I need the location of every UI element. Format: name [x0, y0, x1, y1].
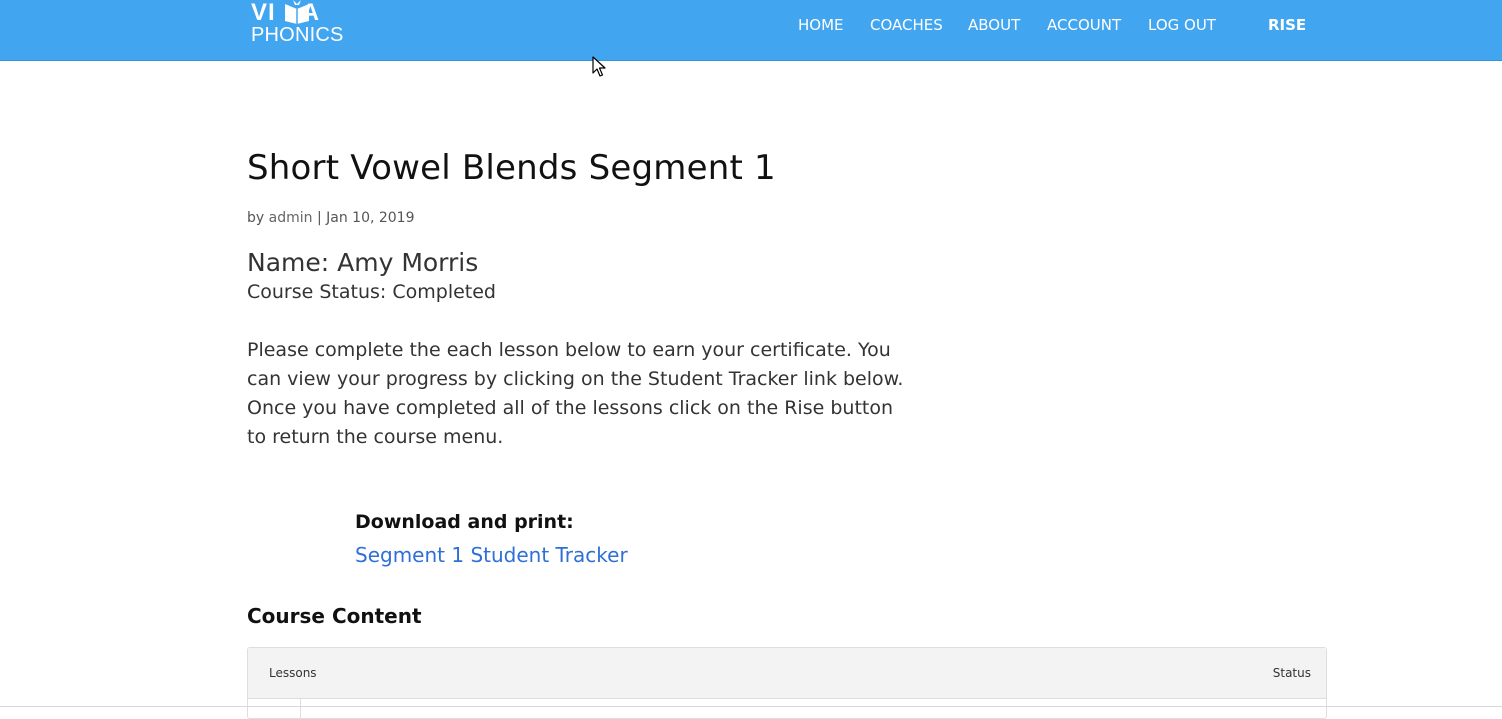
mouse-cursor-icon [592, 56, 606, 77]
course-status: Course Status: Completed [247, 281, 496, 303]
site-header: VI A PHONICS HOME COACHES ABOUT ACCOUNT L… [0, 0, 1502, 61]
table-cell-divider [300, 699, 301, 719]
student-name: Name: Amy Morris [247, 248, 479, 277]
post-meta: by admin | Jan 10, 2019 [247, 210, 415, 226]
nav-coaches[interactable]: COACHES [870, 16, 943, 34]
meta-separator: | [316, 210, 322, 226]
nav-home[interactable]: HOME [798, 16, 844, 34]
column-header-status: Status [1272, 666, 1311, 680]
nav-rise[interactable]: RISE [1268, 16, 1306, 34]
instructions-text: Please complete the each lesson below to… [247, 339, 904, 448]
nav-log-out[interactable]: LOG OUT [1148, 16, 1216, 34]
lessons-table: Lessons Status [247, 647, 1327, 719]
nav-about[interactable]: ABOUT [968, 16, 1020, 34]
column-header-lessons: Lessons [269, 666, 317, 680]
meta-by: by [247, 210, 265, 226]
page-title: Short Vowel Blends Segment 1 [247, 148, 776, 188]
download-label: Download and print: [355, 511, 574, 533]
course-content-heading: Course Content [247, 604, 422, 628]
post-date: Jan 10, 2019 [326, 210, 415, 226]
main-nav: HOME COACHES ABOUT ACCOUNT LOG OUT RISE [0, 16, 1502, 36]
nav-account[interactable]: ACCOUNT [1047, 16, 1121, 34]
table-header: Lessons Status [248, 648, 1326, 699]
viewport-bottom-border [0, 706, 1502, 707]
author-link[interactable]: admin [269, 210, 313, 226]
student-tracker-link[interactable]: Segment 1 Student Tracker [355, 543, 628, 567]
